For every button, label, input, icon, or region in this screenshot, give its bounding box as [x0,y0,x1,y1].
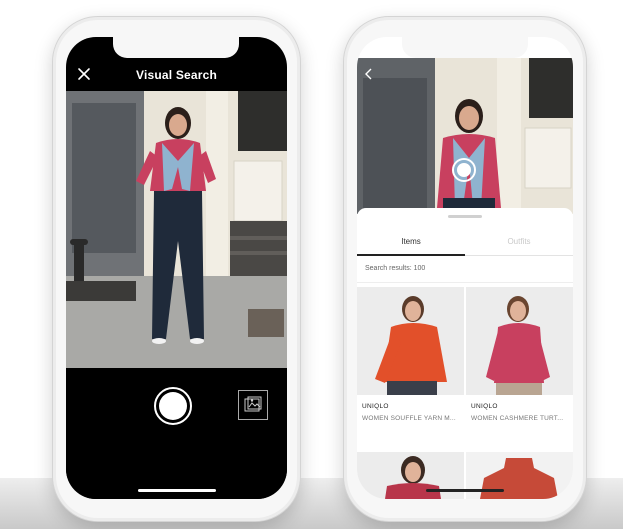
camera-viewfinder[interactable] [66,91,287,368]
camera-header: Visual Search [66,58,287,91]
shutter-inner [159,392,187,420]
product-image [357,287,464,395]
camera-controls [66,368,287,499]
close-icon[interactable] [75,65,93,83]
results-sheet: Items Outfits Search results: 100 UNIQLO… [357,208,573,499]
gallery-button[interactable] [238,390,268,420]
tab-items[interactable]: Items [357,228,465,256]
product-card[interactable]: UNIQLO WOMEN CASHMERE TURT... [466,287,573,422]
results-tabs: Items Outfits [357,228,573,256]
gallery-icon [244,396,262,412]
product-card[interactable]: UNIQLO WOMEN SOUFFLE YARN M... [357,287,464,422]
product-image [466,287,573,395]
phone-camera: Visual Search [52,16,301,522]
tab-label: Items [401,237,421,246]
active-tab-indicator [357,254,465,256]
phone-notch [402,37,528,58]
product-name: WOMEN CASHMERE TURT... [471,415,564,422]
results-count: Search results: 100 [365,265,426,272]
home-indicator [426,489,504,492]
product-brand: UNIQLO [471,403,498,410]
phone-results: Items Outfits Search results: 100 UNIQLO… [343,16,587,522]
product-brand: UNIQLO [362,403,389,410]
tab-outfits[interactable]: Outfits [465,228,573,255]
back-icon[interactable] [362,67,376,81]
tab-label: Outfits [507,237,531,246]
divider [357,282,573,283]
camera-screen: Visual Search [66,37,287,499]
shutter-button[interactable] [154,387,192,425]
phone-notch [113,37,239,58]
home-indicator [137,489,216,492]
source-photo [357,58,573,214]
page-title: Visual Search [135,67,218,82]
results-screen: Items Outfits Search results: 100 UNIQLO… [357,37,573,499]
sheet-handle[interactable] [448,215,482,218]
product-name: WOMEN SOUFFLE YARN M... [362,415,456,422]
